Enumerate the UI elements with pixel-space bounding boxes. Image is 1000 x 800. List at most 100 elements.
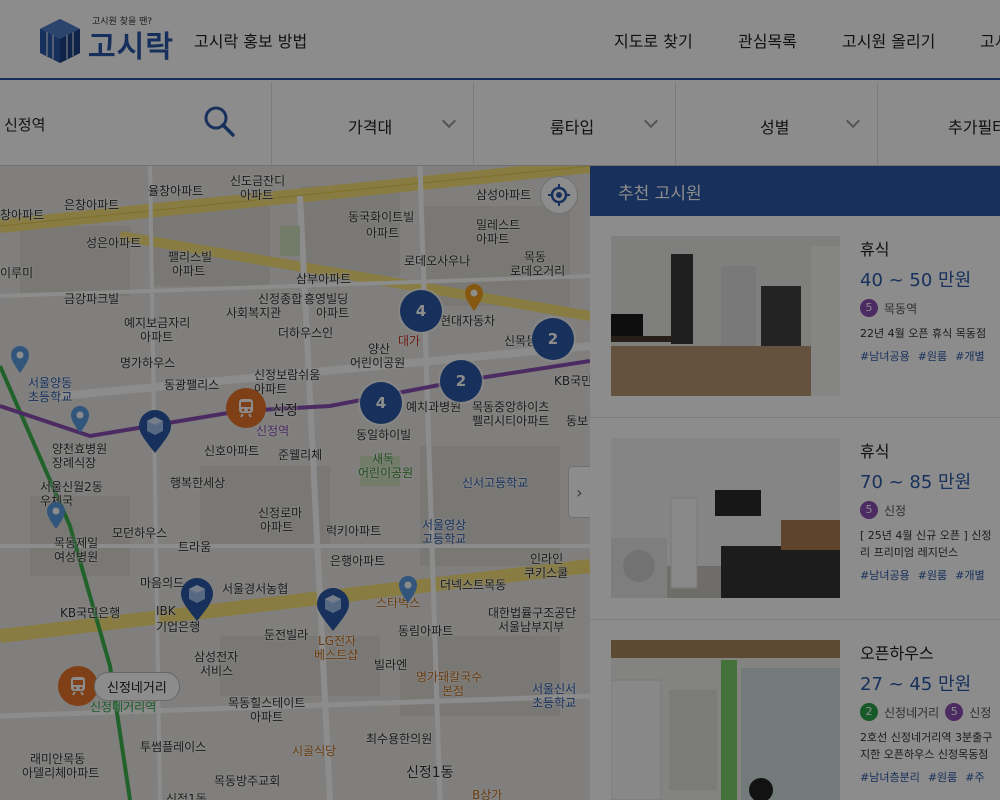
- listing-photo[interactable]: [611, 640, 840, 800]
- map-label: 트라움: [178, 540, 212, 554]
- price-filter-label: 가격대: [348, 118, 393, 137]
- map-label: 율창아파트: [148, 184, 204, 198]
- map-label: 초등학교: [532, 696, 577, 710]
- map-label: 아파트: [172, 264, 206, 278]
- train-icon: [71, 677, 85, 696]
- listing-station: 5 목동역: [860, 299, 1000, 317]
- map-label: 창아파트: [0, 208, 45, 222]
- listing-price: 70 ~ 85 만원: [860, 472, 972, 493]
- listing-type: 휴식: [860, 442, 890, 461]
- map-label: 명가하우스: [120, 356, 176, 370]
- map-label: 금강파크빌: [64, 292, 120, 306]
- listing-photo[interactable]: [611, 438, 840, 598]
- listing-card[interactable]: 휴식 40 ~ 50 만원 5 목동역 22년 4월 오픈 휴식 목동점 #남녀공…: [590, 216, 1000, 418]
- gender-filter-label: 성별: [760, 118, 790, 137]
- map-label: 목동방주교회: [214, 774, 281, 788]
- nav-favorites[interactable]: 관심목록: [738, 28, 797, 52]
- map-label: 어린이공원: [350, 356, 406, 370]
- map-label: 동국화이트빌: [348, 210, 415, 224]
- map-label: 준웰리체: [278, 448, 323, 462]
- cluster-marker[interactable]: 4: [400, 290, 442, 332]
- map-label: 삼성아파트: [476, 188, 532, 202]
- search-input[interactable]: [4, 110, 184, 138]
- chevron-right-icon: ›: [576, 482, 583, 502]
- map-label: 로데오사우나: [404, 254, 471, 268]
- map-label: 마음의드: [140, 576, 185, 590]
- map-label: 최수용한의원: [366, 732, 433, 746]
- map-label: 신서고등학교: [462, 476, 529, 490]
- listing-desc: 22년 4월 오픈 휴식 목동점: [860, 327, 987, 340]
- more-filter[interactable]: 추가필터: [878, 82, 1000, 166]
- search-box[interactable]: [0, 82, 272, 166]
- map-label: 초등학교: [28, 390, 73, 404]
- map-area[interactable]: 신도금잔디 아파트 율창아파트 은창아파트 삼성아파트 창아파트 동국화이트빌 …: [0, 166, 590, 800]
- map-label: IBK: [156, 604, 176, 618]
- map-label: 펠리시티아파트: [472, 414, 550, 428]
- map-label: 투썸플레이스: [140, 740, 207, 754]
- search-icon[interactable]: [202, 104, 236, 138]
- line-badge: 5: [945, 703, 964, 721]
- listing-desc: 2호선 신정네거리역 3분출구 지한 오픈하우스 신정목동점: [860, 731, 993, 761]
- cluster-marker[interactable]: 4: [360, 382, 402, 424]
- map-label: 서울경서농협: [222, 582, 289, 596]
- map-label: 신정1동: [166, 792, 207, 800]
- map-label: 아델리체아파트: [22, 766, 100, 780]
- map-label: 아파트: [240, 188, 274, 202]
- listing-pin-icon[interactable]: [138, 410, 172, 454]
- map-label: 빌라엔: [374, 658, 408, 672]
- chevron-down-icon: [845, 113, 861, 129]
- map-label: 삼부아파트: [296, 272, 352, 286]
- line-badge: 5: [860, 501, 878, 519]
- map-label: 대가: [398, 334, 421, 348]
- gender-filter[interactable]: 성별: [676, 82, 878, 166]
- poi-pin-icon: [71, 406, 89, 433]
- filter-bar: 가격대 룸타입 성별 추가필터: [0, 82, 1000, 166]
- nav-map-search[interactable]: 지도로 찾기: [614, 28, 693, 52]
- map-label: 동림아파트: [398, 624, 454, 638]
- train-icon: [239, 399, 253, 418]
- price-filter[interactable]: 가격대: [272, 82, 474, 166]
- map-label: 아파트: [366, 226, 400, 240]
- map-label: KB국민: [554, 374, 590, 388]
- map-label: 장례식장: [52, 456, 97, 470]
- listing-card[interactable]: 오픈하우스 27 ~ 45 만원 2 신정네거리 5 신정 2호선 신정네거리역 3분…: [590, 620, 1000, 800]
- listing-pin-icon[interactable]: [180, 578, 214, 622]
- map-label: 이루미: [0, 266, 34, 280]
- map-label: 여성병원: [54, 550, 99, 564]
- map-label: 아파트: [476, 232, 510, 246]
- map-label: 아파트: [260, 520, 294, 534]
- cluster-marker[interactable]: 2: [532, 318, 574, 360]
- map-label: 사회복지관: [226, 306, 282, 320]
- map-label: 베스트샵: [314, 648, 359, 662]
- map-label: 동일하이빌: [356, 428, 412, 442]
- cluster-marker[interactable]: 2: [440, 360, 482, 402]
- listing-photo[interactable]: [611, 236, 840, 396]
- map-label: 더하우스인: [278, 326, 334, 340]
- roomtype-filter[interactable]: 룸타입: [474, 82, 676, 166]
- panel-title: 추천 고시원: [590, 166, 1000, 216]
- poi-pin-icon: [11, 346, 29, 373]
- map-label: 고등학교: [422, 532, 467, 546]
- logo[interactable]: 고시원 찾을 땐? 고시락: [38, 16, 174, 66]
- map-label: 둔전빌라: [264, 628, 309, 642]
- map-label: 어린이공원: [358, 466, 414, 480]
- listing-pin-icon[interactable]: [316, 588, 350, 632]
- map-label: 아파트: [140, 330, 174, 344]
- panel-collapse-button[interactable]: ›: [568, 466, 590, 518]
- listing-card[interactable]: 휴식 70 ~ 85 만원 5 신정 [ 25년 4월 신규 오픈 ] 신정 리 프…: [590, 418, 1000, 620]
- map-label: 아파트: [316, 306, 350, 320]
- promo-link[interactable]: 고시락 홍보 방법: [194, 28, 307, 52]
- more-filter-label: 추가필터: [948, 118, 1000, 137]
- map-label: 현대자동차: [440, 314, 496, 328]
- listing-price: 40 ~ 50 만원: [860, 270, 972, 291]
- map-label: 동보: [566, 414, 589, 428]
- current-location-button[interactable]: [540, 176, 578, 214]
- map-label: 쿠키스쿨: [524, 566, 569, 580]
- nav-more[interactable]: 고시: [980, 28, 1000, 52]
- roomtype-filter-label: 룸타입: [550, 118, 595, 137]
- map-label: 서울남부지부: [498, 620, 565, 634]
- chevron-down-icon: [643, 113, 659, 129]
- map-label: 시골식당: [292, 744, 337, 758]
- nav-register[interactable]: 고시원 올리기: [842, 28, 935, 52]
- map-label: 아파트: [250, 710, 284, 724]
